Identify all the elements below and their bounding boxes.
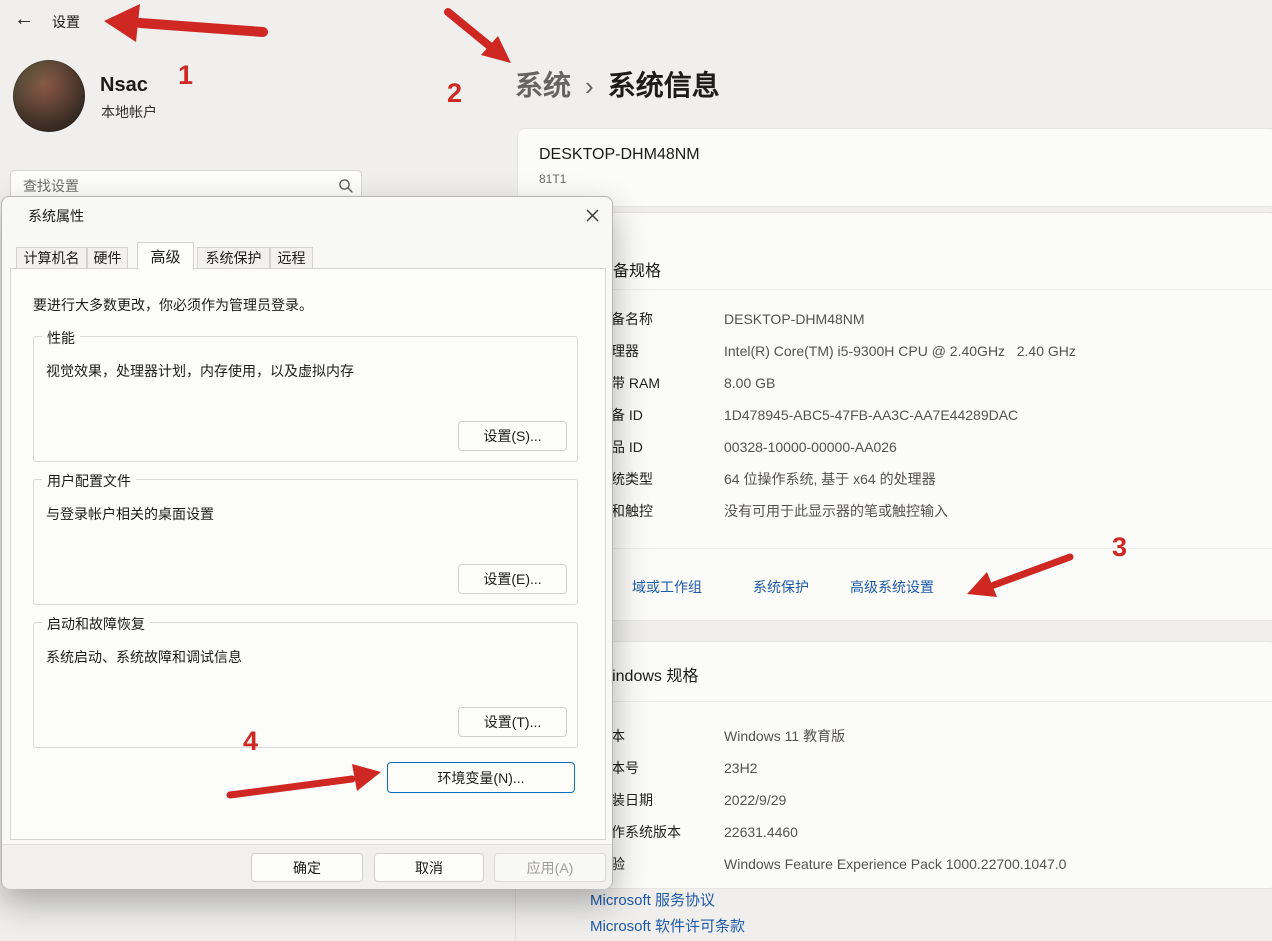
startup-recovery-desc: 系统启动、系统故障和调试信息 [46, 647, 242, 667]
startup-recovery-settings-button[interactable]: 设置(T)... [458, 707, 567, 737]
advanced-tab-panel: 要进行大多数更改，你必须作为管理员登录。 性能 视觉效果，处理器计划，内存使用，… [10, 268, 606, 840]
spec-label: 版本 [597, 726, 724, 746]
spec-row-pen-touch: 笔和触控没有可用于此显示器的笔或触控输入 [597, 495, 1266, 527]
spec-label: 设备 ID [597, 405, 724, 425]
user-profiles-group: 用户配置文件 与登录帐户相关的桌面设置 设置(E)... [33, 479, 578, 605]
ok-button[interactable]: 确定 [251, 853, 363, 882]
spec-row-experience: 体验Windows Feature Experience Pack 1000.2… [597, 848, 1266, 880]
spec-row-device-id: 设备 ID1D478945-ABC5-47FB-AA3C-AA7E44289DA… [597, 399, 1266, 431]
user-profiles-group-title: 用户配置文件 [42, 471, 136, 491]
tab-remote[interactable]: 远程 [270, 247, 313, 269]
spec-value: 2022/9/29 [724, 792, 786, 808]
spec-value: Windows Feature Experience Pack 1000.227… [724, 856, 1066, 872]
device-name: DESKTOP-DHM48NM [539, 146, 700, 164]
services-agreement-link[interactable]: Microsoft 服务协议 [590, 889, 715, 910]
annotation-number-2: 2 [447, 78, 462, 109]
spec-label: 机带 RAM [597, 373, 724, 393]
annotation-number-3: 3 [1112, 532, 1127, 563]
user-account-type: 本地帐户 [101, 102, 157, 122]
spec-row-system-type: 系统类型64 位操作系统, 基于 x64 的处理器 [597, 463, 1266, 495]
spec-label: 系统类型 [597, 469, 724, 489]
apply-button: 应用(A) [494, 853, 606, 882]
spec-value: 23H2 [724, 760, 757, 776]
breadcrumb-root[interactable]: 系统 [515, 64, 571, 104]
tab-computer-name[interactable]: 计算机名 [16, 247, 87, 269]
windows-specs-card: Windows 规格 版本Windows 11 教育版 版本号23H2 安装日期… [517, 641, 1272, 889]
admin-note: 要进行大多数更改，你必须作为管理员登录。 [33, 295, 313, 315]
page-title: 系统信息 [608, 64, 720, 104]
tab-system-protection[interactable]: 系统保护 [197, 247, 270, 269]
spec-label: 操作系统版本 [597, 822, 724, 842]
spec-row-product-id: 产品 ID00328-10000-00000-AA026 [597, 431, 1266, 463]
divider [518, 289, 1272, 290]
spec-row-processor: 处理器Intel(R) Core(TM) i5-9300H CPU @ 2.40… [597, 335, 1266, 367]
system-properties-dialog: 系统属性 计算机名 硬件 高级 系统保护 远程 要进行大多数更改，你必须作为管理… [1, 196, 613, 889]
breadcrumb: 系统 › 系统信息 [515, 64, 720, 104]
spec-value: 没有可用于此显示器的笔或触控输入 [724, 501, 948, 521]
spec-row-os-build: 操作系统版本22631.4460 [597, 816, 1266, 848]
spec-label: 安装日期 [597, 790, 724, 810]
spec-value: 64 位操作系统, 基于 x64 的处理器 [724, 469, 936, 489]
annotation-arrow-2 [448, 12, 511, 63]
system-protection-link[interactable]: 系统保护 [753, 577, 809, 597]
spec-label: 笔和触控 [597, 501, 724, 521]
close-icon[interactable] [580, 203, 604, 227]
annotation-number-1: 1 [178, 60, 193, 91]
dialog-footer: 确定 取消 应用(A) [2, 844, 612, 889]
annotation-arrow-1 [104, 4, 263, 42]
app-title: 设置 [52, 12, 80, 32]
performance-settings-button[interactable]: 设置(S)... [458, 421, 567, 451]
spec-row-edition: 版本Windows 11 教育版 [597, 720, 1266, 752]
spec-label: 处理器 [597, 341, 724, 361]
tab-advanced[interactable]: 高级 [137, 242, 194, 270]
performance-desc: 视觉效果，处理器计划，内存使用，以及虚拟内存 [46, 361, 354, 381]
environment-variables-button[interactable]: 环境变量(N)... [387, 762, 575, 793]
spec-label: 设备名称 [597, 309, 724, 329]
license-terms-link[interactable]: Microsoft 软件许可条款 [590, 915, 745, 936]
device-model: 81T1 [539, 172, 566, 186]
spec-value: Intel(R) Core(TM) i5-9300H CPU @ 2.40GHz… [724, 343, 1076, 359]
spec-label: 版本号 [597, 758, 724, 778]
divider [518, 548, 1272, 549]
spec-value: 22631.4460 [724, 824, 798, 840]
spec-label: 体验 [597, 854, 724, 874]
dialog-title: 系统属性 [28, 206, 84, 226]
user-name[interactable]: Nsac [100, 74, 148, 97]
spec-label: 产品 ID [597, 437, 724, 457]
cancel-button[interactable]: 取消 [374, 853, 484, 882]
divider [518, 701, 1272, 702]
performance-group: 性能 视觉效果，处理器计划，内存使用，以及虚拟内存 设置(S)... [33, 336, 578, 462]
startup-recovery-group: 启动和故障恢复 系统启动、系统故障和调试信息 设置(T)... [33, 622, 578, 748]
breadcrumb-chevron: › [585, 71, 594, 102]
tab-hardware[interactable]: 硬件 [87, 247, 128, 269]
startup-recovery-group-title: 启动和故障恢复 [42, 614, 150, 634]
spec-value: DESKTOP-DHM48NM [724, 311, 865, 327]
advanced-system-settings-link[interactable]: 高级系统设置 [850, 577, 934, 597]
spec-value: 8.00 GB [724, 375, 775, 391]
user-profiles-desc: 与登录帐户相关的桌面设置 [46, 504, 214, 524]
user-profiles-settings-button[interactable]: 设置(E)... [458, 564, 567, 594]
search-icon [331, 178, 361, 194]
spec-row-install-date: 安装日期2022/9/29 [597, 784, 1266, 816]
spec-row-device-name: 设备名称DESKTOP-DHM48NM [597, 303, 1266, 335]
device-name-card: DESKTOP-DHM48NM 81T1 [517, 128, 1272, 207]
device-specs-card: 设备规格 设备名称DESKTOP-DHM48NM 处理器Intel(R) Cor… [517, 212, 1272, 621]
performance-group-title: 性能 [42, 328, 80, 348]
annotation-number-4: 4 [243, 726, 258, 757]
back-arrow-icon[interactable]: ← [14, 8, 34, 31]
content-edge-divider [515, 886, 516, 941]
domain-workgroup-link[interactable]: 域或工作组 [632, 577, 702, 597]
search-input[interactable] [11, 178, 331, 194]
spec-value: 1D478945-ABC5-47FB-AA3C-AA7E44289DAC [724, 407, 1018, 423]
spec-value: 00328-10000-00000-AA026 [724, 439, 897, 455]
avatar[interactable] [13, 60, 85, 132]
spec-row-ram: 机带 RAM8.00 GB [597, 367, 1266, 399]
spec-row-version: 版本号23H2 [597, 752, 1266, 784]
spec-value: Windows 11 教育版 [724, 726, 845, 746]
